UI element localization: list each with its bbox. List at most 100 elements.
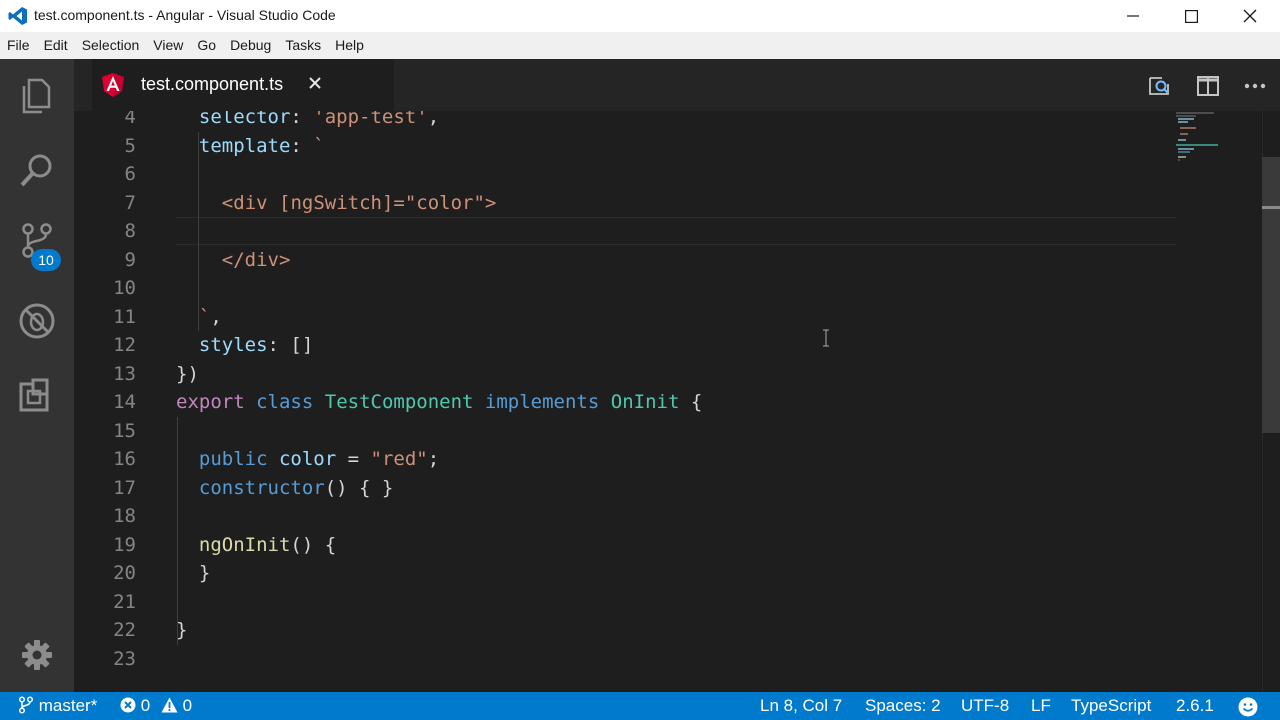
extensions-button[interactable] [0, 359, 74, 433]
code-line: 16 public color = "red"; [74, 445, 1174, 473]
eol-status[interactable]: LF [1031, 692, 1051, 720]
code-token: () { } [324, 476, 394, 499]
minimize-icon [1127, 15, 1139, 17]
code-token: : [290, 134, 314, 157]
vscode-logo-icon [8, 7, 27, 25]
menu-help[interactable]: Help [328, 32, 371, 59]
code-line: 9 </div> [74, 246, 1174, 274]
code-token: ` [198, 305, 211, 328]
open-preview-button[interactable] [1146, 73, 1172, 99]
smiley-icon [1238, 697, 1258, 717]
line-code: styles: [] [199, 331, 313, 359]
code-token: template [198, 134, 291, 157]
code-token: OnInit [610, 391, 680, 413]
code-line: 15 [74, 417, 1174, 445]
line-number: 13 [113, 362, 136, 385]
line-number: 4 [124, 111, 136, 128]
debug-button[interactable] [0, 284, 74, 358]
feedback-button[interactable] [1238, 697, 1258, 717]
language-mode[interactable]: TypeScript [1071, 692, 1151, 720]
menu-bar: File Edit Selection View Go Debug Tasks … [0, 32, 1280, 59]
code-token: "red" [370, 448, 428, 470]
explorer-button[interactable] [0, 59, 74, 133]
settings-button[interactable] [0, 618, 74, 692]
line-number: 14 [113, 391, 136, 413]
debug-icon [19, 303, 55, 339]
problems-status[interactable]: 0 0 [120, 692, 192, 720]
code-token: color [278, 448, 337, 470]
code-line: 18 [74, 502, 1174, 530]
cursor-position[interactable]: Ln 8, Col 7 [760, 692, 842, 720]
code-token: < [221, 191, 234, 214]
maximize-icon [1184, 9, 1198, 23]
branch-icon [18, 696, 34, 714]
code-token: styles [198, 334, 268, 356]
line-number: 18 [113, 505, 136, 527]
code-line: 23 [74, 645, 1174, 673]
ts-version[interactable]: 2.6.1 [1176, 692, 1214, 720]
line-number: 8 [124, 220, 136, 242]
close-icon[interactable] [308, 76, 322, 90]
indent-guide [197, 131, 199, 331]
menu-selection[interactable]: Selection [75, 32, 147, 59]
menu-view[interactable]: View [146, 32, 190, 59]
text-cursor-icon [823, 329, 829, 347]
line-number: 6 [124, 163, 136, 185]
indentation-status[interactable]: Spaces: 2 [865, 692, 941, 720]
search-button[interactable] [0, 133, 74, 207]
code-line: 7 <div [ngSwitch]="color"> [74, 189, 1174, 217]
minimize-button[interactable] [1104, 0, 1162, 32]
branch-status[interactable]: master* [18, 692, 97, 720]
split-editor-button[interactable] [1195, 73, 1221, 99]
code-editor[interactable]: 4 selector: 'app-test', 5 template: ` 6 7 <div… [74, 111, 1280, 692]
error-count: 0 [140, 696, 151, 715]
encoding-status[interactable]: UTF-8 [961, 692, 1009, 720]
menu-file[interactable]: File [0, 32, 37, 59]
code-line: 11 `, [74, 303, 1174, 331]
code-token: ; [427, 448, 440, 470]
scrollbar-thumb[interactable] [1262, 157, 1280, 433]
code-line: 14 export class TestComponent implements … [74, 388, 1174, 416]
split-editor-icon [1197, 76, 1219, 96]
code-line: 17 constructor() { } [74, 474, 1174, 502]
angular-file-icon [102, 73, 124, 97]
menu-debug[interactable]: Debug [223, 32, 278, 59]
code-token: public [198, 448, 268, 470]
code-token: TestComponent [324, 391, 474, 413]
more-icon [1244, 83, 1266, 89]
code-token: ngOnInit [198, 533, 291, 556]
window-title: test.component.ts - Angular - Visual Stu… [34, 7, 336, 23]
line-number: 5 [124, 134, 136, 157]
code-token: 'app-test' [313, 111, 428, 128]
code-token: export [176, 391, 245, 413]
code-token: , [210, 305, 222, 328]
warning-count: 0 [182, 696, 193, 715]
code-token: () { [290, 533, 337, 556]
code-token: = [336, 448, 371, 470]
code-token: class [256, 391, 314, 413]
minimap[interactable] [1174, 111, 1234, 171]
line-number: 7 [124, 191, 136, 214]
indent-guide [176, 416, 178, 645]
line-number: 17 [113, 476, 136, 499]
code-token: constructor [198, 476, 325, 499]
error-icon [120, 697, 136, 713]
line-code: } [176, 616, 187, 644]
more-actions-button[interactable] [1242, 73, 1268, 99]
line-code: export class TestComponent implements On… [176, 388, 702, 416]
maximize-button[interactable] [1162, 0, 1220, 32]
line-number: 15 [113, 419, 136, 442]
menu-go[interactable]: Go [190, 32, 223, 59]
menu-tasks[interactable]: Tasks [278, 32, 328, 59]
menu-edit[interactable]: Edit [37, 32, 75, 59]
tab-test-component[interactable]: test.component.ts [92, 59, 394, 111]
code-token: } [176, 619, 188, 641]
line-code: }) [176, 360, 199, 388]
close-window-button[interactable] [1221, 0, 1279, 32]
line-number: 19 [113, 533, 136, 556]
line-code: constructor() { } [199, 474, 393, 502]
gear-icon [22, 640, 52, 670]
code-line: 6 [74, 160, 1174, 188]
